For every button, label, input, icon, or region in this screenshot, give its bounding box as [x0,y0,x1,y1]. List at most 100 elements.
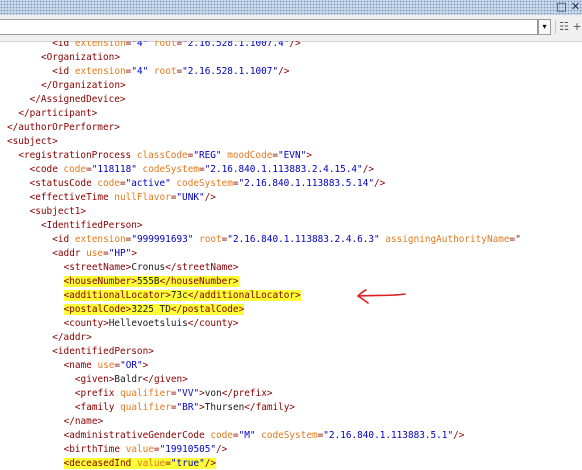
xml-tag: /> [362,164,374,175]
xml-tag: /> [204,458,217,469]
xml-attribute-name: extension [74,41,126,49]
xml-line: </authorOrPerformer> [7,121,120,135]
xml-tag: </addr> [52,332,92,343]
xml-line: </name> [64,415,104,429]
xml-line: <subject> [7,135,58,149]
xml-attribute-name: root [153,41,177,49]
xml-tag: </family> [244,402,296,413]
xml-line: </addr> [52,331,92,345]
xml-line: <code code="118118" codeSystem="2.16.840… [30,163,374,177]
xml-attribute-name: qualifier [120,388,171,399]
xml-line: <prefix qualifier="VV">von</prefix> [75,387,273,401]
xml-tag: /> [204,192,216,203]
xml-tag: </postalCode> [170,304,245,315]
xml-attribute-value: "active" [125,178,171,189]
toolbar: ▾ ☷ + [0,15,582,42]
xml-tag: /> [373,178,386,189]
xml-attribute-value: "HP" [108,248,132,259]
xml-tag: </streetName> [165,262,239,273]
xml-line: <county>Hellevoetsluis</county> [64,317,239,331]
xml-line: <identifiedPerson> [52,345,154,359]
xml-line: <effectiveTime nullFlavor="UNK"/> [30,191,216,205]
xml-line: <family qualifier="BR">Thursen</family> [75,401,295,415]
xml-tag: <administrativeGenderCode [63,430,211,441]
xml-tag: > [131,248,137,259]
xml-tag: <IdentifiedPerson> [40,220,143,231]
xml-line: <IdentifiedPerson> [41,219,143,233]
xml-attribute-name: use [86,248,104,259]
xml-attribute-name: codeSystem [261,430,318,441]
xml-attribute-name: value [125,444,154,455]
xml-line: <id extension="4" root="2.16.528.1.1007.… [52,41,300,51]
xml-attribute-name: extension [74,234,126,245]
xml-tag: <id [52,41,75,49]
xml-text: Cronus [131,262,166,273]
annotation-arrow-icon [356,289,406,304]
xml-tag: <postalCode> [63,304,132,315]
xml-tag: </participant> [18,108,98,119]
xml-attribute-name: code [97,178,120,189]
xml-line: <subject1> [30,205,86,219]
xml-tag: </additionalLocator> [187,290,301,301]
xml-viewer: <id extension="4" root="2.16.528.1.1007.… [0,41,582,470]
xml-text: 3225 TD [131,304,171,315]
xml-tag: /> [289,41,301,49]
xml-attribute-name: value [136,458,166,469]
xml-tag: <statusCode [29,178,98,189]
xml-attribute-name: codeSystem [142,164,199,175]
xml-line: <id extension="999991693" root="2.16.840… [52,233,521,247]
page-icon[interactable]: ☷ [557,20,571,34]
xml-tag: = [165,458,171,469]
xml-tag: <name [63,360,98,371]
xml-attribute-name: code [63,164,87,175]
xml-attribute-value: "4" [131,41,149,49]
add-icon[interactable]: + [570,20,582,34]
xml-line: <houseNumber>555B</houseNumber> [63,275,239,289]
xml-tag: /> [216,444,228,455]
xml-tag: <houseNumber> [63,276,137,287]
xml-text: Thursen [204,402,245,413]
xml-text: 555B [136,276,160,287]
xml-tag: </authorOrPerformer> [7,122,120,133]
xml-tag: </Organization> [40,80,126,91]
xml-line: <deceasedInd value="true"/> [63,457,217,470]
xml-tag: <addr [52,248,87,259]
xml-line: <name use="OR"> [64,359,149,373]
xml-tag: <id [52,234,75,245]
xml-attribute-name: extension [74,66,126,77]
xml-line: <streetName>Cronus</streetName> [64,261,239,275]
xml-attribute-name: code [210,430,233,441]
xml-attribute-value: "2.16.840.1.113883.5.1" [323,430,454,441]
xml-attribute-name: qualifier [120,402,171,413]
xml-line: </AssignedDevice> [30,93,126,107]
xml-line: <given>Baldr</given> [75,373,188,387]
xml-line: <registrationProcess classCode="REG" moo… [18,149,312,163]
xml-tag: </AssignedDevice> [29,94,126,105]
xml-attribute-name: assigningAuthorityName [385,234,510,245]
xml-tag: <id [52,66,75,77]
address-bar[interactable] [0,19,538,35]
xml-tag: <subject> [7,136,58,147]
xml-attribute-value: "2.16.840.1.113883.2.4.6.3" [227,234,380,245]
close-icon[interactable]: ✕ [569,0,582,13]
xml-tag: <birthTime [63,444,126,455]
xml-tag: <deceasedInd [63,458,137,469]
xml-line: <birthTime value="19910505"/> [64,443,228,457]
xml-tag: <code [29,164,64,175]
minimize-icon[interactable]: □ [555,0,568,13]
xml-tag: <effectiveTime [29,192,115,203]
xml-attribute-name: root [153,66,177,77]
xml-tag: <additionalLocator> [63,290,171,301]
xml-attribute-value: "2.16.528.1.1007.4" [182,41,290,49]
xml-tag: <identifiedPerson> [52,346,154,357]
xml-attribute-value: "999991693" [131,234,194,245]
xml-line: </Organization> [41,79,126,93]
xml-attribute-name: root [199,234,222,245]
xml-attribute-name: codeSystem [176,178,233,189]
address-dropdown-button[interactable]: ▾ [538,19,551,35]
xml-tag: </prefix> [221,388,273,399]
xml-line: <administrativeGenderCode code="M" codeS… [64,429,465,443]
xml-attribute-name: moodCode [227,150,273,161]
xml-tag: <registrationProcess [18,150,137,161]
xml-attribute-value: "BR" [176,402,200,413]
